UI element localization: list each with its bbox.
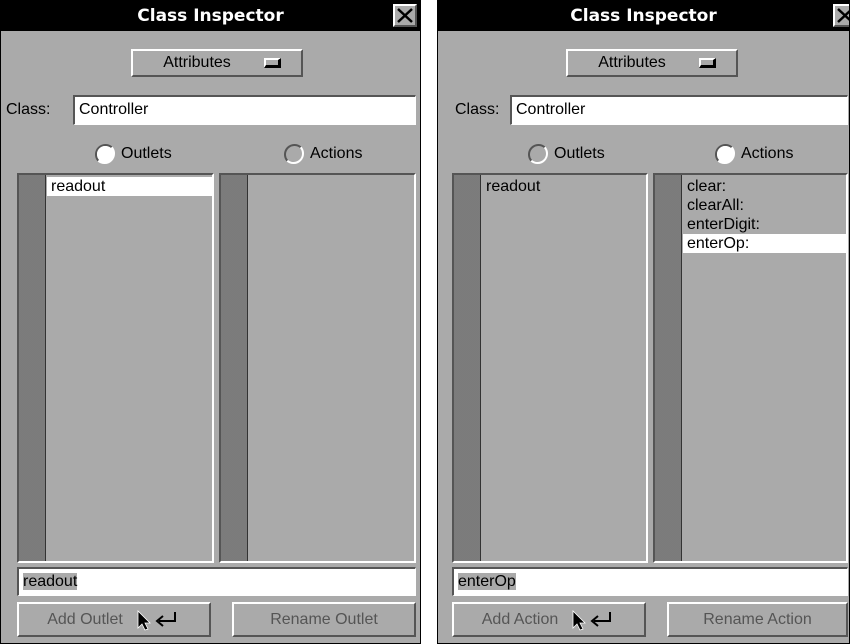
radio-icon	[94, 143, 116, 165]
outlets-radio-label: Outlets	[121, 145, 172, 162]
class-inspector-window-outlets: Class Inspector Attributes Class: Contro…	[0, 0, 421, 644]
actions-list[interactable]	[219, 173, 416, 563]
actions-list[interactable]: clear: clearAll: enterDigit: enterOp:	[653, 173, 848, 563]
list-item[interactable]: readout	[482, 177, 646, 196]
class-name-field[interactable]: Controller	[510, 95, 848, 125]
class-name-field[interactable]: Controller	[73, 95, 416, 125]
outlets-radio[interactable]: Outlets	[527, 143, 605, 165]
attributes-popup[interactable]: Attributes	[131, 49, 303, 77]
outlets-scrollbar[interactable]	[19, 175, 46, 561]
window-title: Class Inspector	[137, 6, 284, 26]
list-item[interactable]: enterOp:	[683, 234, 846, 253]
outlets-list-items: readout	[482, 177, 646, 561]
list-item[interactable]: clearAll:	[683, 196, 846, 215]
add-action-label: Add Action	[481, 610, 559, 628]
actions-radio-label: Actions	[741, 145, 794, 162]
list-item[interactable]: clear:	[683, 177, 846, 196]
list-item[interactable]: readout	[47, 177, 212, 196]
attributes-popup[interactable]: Attributes	[566, 49, 738, 77]
rename-outlet-label: Rename Outlet	[270, 610, 378, 628]
class-inspector-window-actions: Class Inspector Attributes Class: Contro…	[437, 0, 850, 644]
class-label: Class:	[455, 101, 500, 118]
close-icon[interactable]	[393, 4, 417, 27]
actions-radio[interactable]: Actions	[714, 143, 793, 165]
outlets-scrollbar[interactable]	[454, 175, 481, 561]
action-name-value: enterOp	[458, 573, 516, 590]
outlet-name-value: readout	[23, 573, 78, 590]
actions-scrollbar[interactable]	[221, 175, 248, 561]
outlets-list[interactable]: readout	[17, 173, 214, 563]
return-key-icon	[135, 609, 181, 631]
radio-icon	[283, 143, 305, 165]
rename-action-label: Rename Action	[703, 610, 812, 628]
window-title: Class Inspector	[570, 6, 717, 26]
rename-action-button[interactable]: Rename Action	[667, 602, 848, 637]
list-item[interactable]: enterDigit:	[683, 215, 846, 234]
radio-icon	[527, 143, 549, 165]
outlets-list[interactable]: readout	[452, 173, 648, 563]
add-outlet-label: Add Outlet	[47, 610, 123, 628]
title-bar[interactable]: Class Inspector	[438, 1, 849, 31]
popup-menu-icon	[264, 58, 281, 68]
popup-menu-icon	[699, 58, 716, 68]
class-label: Class:	[6, 101, 51, 118]
outlet-name-field[interactable]: readout	[17, 567, 416, 596]
outlets-radio[interactable]: Outlets	[94, 143, 172, 165]
close-icon[interactable]	[833, 4, 849, 27]
outlets-radio-label: Outlets	[554, 145, 605, 162]
actions-radio[interactable]: Actions	[283, 143, 362, 165]
rename-outlet-button[interactable]: Rename Outlet	[232, 602, 416, 637]
title-bar[interactable]: Class Inspector	[1, 1, 420, 31]
outlets-list-items: readout	[47, 177, 212, 561]
actions-radio-label: Actions	[310, 145, 363, 162]
add-action-button[interactable]: Add Action	[452, 602, 646, 637]
return-key-icon	[570, 609, 616, 631]
actions-list-items	[249, 177, 414, 561]
action-name-field[interactable]: enterOp	[452, 567, 848, 596]
add-outlet-button[interactable]: Add Outlet	[17, 602, 211, 637]
actions-list-items: clear: clearAll: enterDigit: enterOp:	[683, 177, 846, 561]
radio-icon	[714, 143, 736, 165]
actions-scrollbar[interactable]	[655, 175, 682, 561]
